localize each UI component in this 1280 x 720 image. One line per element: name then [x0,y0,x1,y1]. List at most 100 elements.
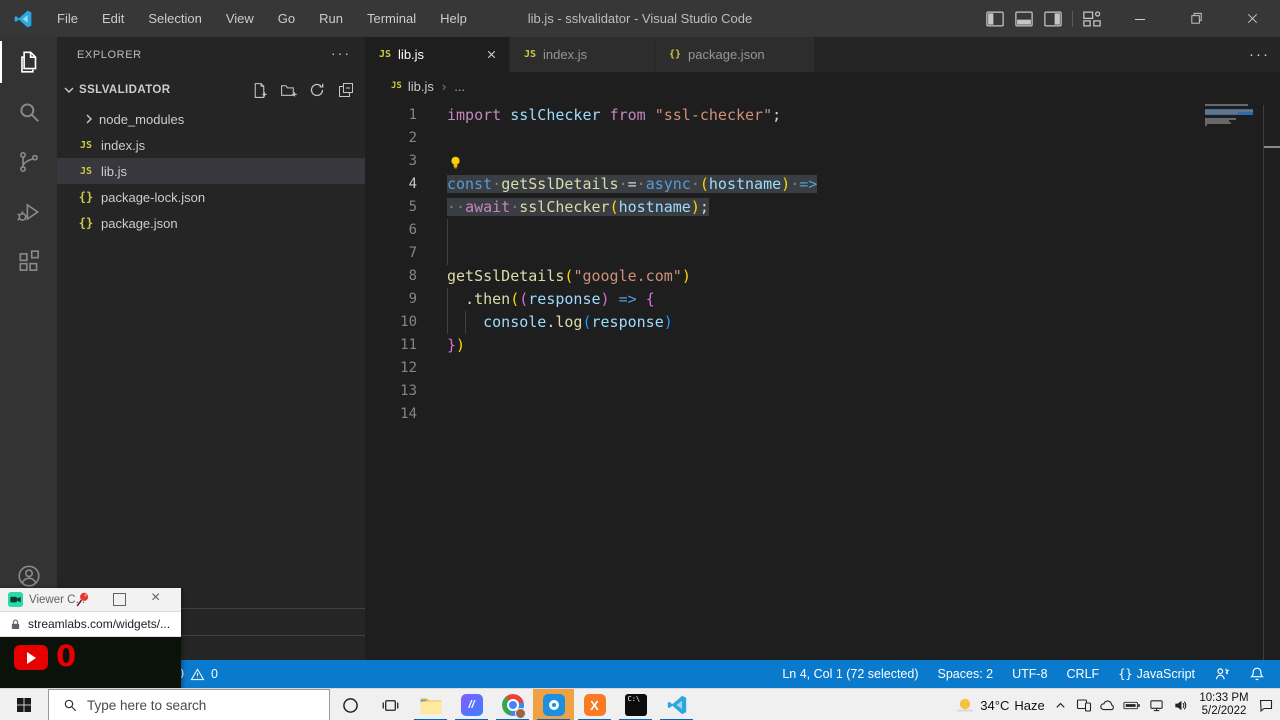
minimap[interactable] [1205,103,1260,223]
status-encoding[interactable]: UTF-8 [1007,660,1052,688]
tab-lib.js[interactable]: JSlib.js [365,37,510,72]
tray-chevron-up-icon[interactable] [1048,689,1072,720]
taskbar-terminal[interactable]: C:\ [615,689,656,720]
close-tab-icon[interactable] [483,47,499,63]
taskbar-search[interactable]: Type here to search [48,689,330,720]
file-item-node_modules[interactable]: node_modules [57,106,365,132]
overlay-url: streamlabs.com/widgets/... [28,617,170,631]
code-line-11[interactable]: 11}) [365,334,1280,357]
folder-name: SSLVALIDATOR [79,84,170,96]
new-file-icon[interactable] [250,81,268,99]
code-line-7[interactable]: 7 [365,242,1280,265]
code-line-6[interactable]: 6 [365,219,1280,242]
code-line-5[interactable]: 5··await·sslChecker(hostname); [365,196,1280,219]
code-line-2[interactable]: 2 [365,127,1280,150]
warning-icon [190,667,205,682]
status-language[interactable]: {}JavaScript [1113,660,1200,688]
menu-help[interactable]: Help [428,0,479,37]
layout-sidebar-left-icon[interactable] [985,9,1005,29]
taskbar-xampp[interactable]: X [574,689,615,720]
menu-terminal[interactable]: Terminal [355,0,428,37]
code-line-14[interactable]: 14 [365,403,1280,426]
tray-onedrive-icon[interactable] [1096,689,1120,720]
collapse-all-icon[interactable] [337,81,355,99]
taskbar-clock[interactable]: 10:33 PM 5/2/2022 [1196,689,1252,720]
explorer-more-actions[interactable]: ··· [331,45,351,61]
activity-run-debug[interactable] [0,187,57,237]
file-item-lib.js[interactable]: JSlib.js [57,158,365,184]
task-view-button[interactable] [370,689,410,720]
layout-customize-icon[interactable] [1082,9,1102,29]
status-eol[interactable]: CRLF [1062,660,1105,688]
menu-go[interactable]: Go [266,0,307,37]
line-number: 3 [365,150,417,173]
tray-volume-icon[interactable] [1168,689,1192,720]
code-area[interactable]: 1import sslChecker from "ssl-checker";23… [365,104,1280,426]
lightbulb-icon[interactable] [448,154,463,169]
breadcrumb-more[interactable]: ... [454,79,465,94]
tab-package.json[interactable]: {}package.json [655,37,815,72]
code-line-12[interactable]: 12 [365,357,1280,380]
activity-source-control[interactable] [0,137,57,187]
restore-button[interactable] [1168,0,1224,37]
taskbar-dev-app[interactable]: // [451,689,492,720]
line-number: 14 [365,403,417,426]
breadcrumb-file[interactable]: lib.js [408,79,434,94]
viewer-count-window[interactable]: Viewer C... × streamlabs.com/widgets/...… [0,588,181,690]
status-indentation[interactable]: Spaces: 2 [933,660,999,688]
file-item-package.json[interactable]: {}package.json [57,210,365,236]
menu-file[interactable]: File [45,0,90,37]
braces-file-icon: {} [75,190,97,204]
menu-view[interactable]: View [214,0,266,37]
taskbar-vscode[interactable] [656,689,697,720]
scrollbar[interactable] [1263,105,1264,660]
tab-index.js[interactable]: JSindex.js [510,37,655,72]
action-center-button[interactable] [1252,689,1280,720]
code-line-9[interactable]: 9 .then((response) => { [365,288,1280,311]
code-line-3[interactable]: 3 [365,150,1280,173]
taskbar-streamlabs[interactable] [533,689,574,720]
code-line-1[interactable]: 1import sslChecker from "ssl-checker"; [365,104,1280,127]
task-view-icon [382,697,399,714]
overlay-url-bar[interactable]: streamlabs.com/widgets/... [0,612,181,637]
activity-search[interactable] [0,87,57,137]
status-feedback[interactable] [1209,660,1235,688]
layout-panel-icon[interactable] [1014,9,1034,29]
pin-icon[interactable] [74,591,91,608]
bell-icon [1249,666,1265,682]
file-item-package-lock.json[interactable]: {}package-lock.json [57,184,365,210]
more-actions-icon[interactable]: ··· [1249,46,1270,63]
overlay-maximize-button[interactable] [113,593,126,606]
minimize-button[interactable] [1112,0,1168,37]
tray-phone-link-icon[interactable] [1072,689,1096,720]
menu-selection[interactable]: Selection [136,0,213,37]
activity-extensions[interactable] [0,237,57,287]
close-button[interactable] [1224,0,1280,37]
start-button[interactable] [0,689,48,720]
menu-edit[interactable]: Edit [90,0,136,37]
weather-haze-icon [955,695,975,715]
code-line-10[interactable]: 10 console.log(response) [365,311,1280,334]
code-line-13[interactable]: 13 [365,380,1280,403]
file-item-index.js[interactable]: JSindex.js [57,132,365,158]
tray-battery-icon[interactable] [1120,689,1144,720]
tray-network-icon[interactable] [1144,689,1168,720]
overlay-close-button[interactable]: × [151,589,160,607]
activity-explorer[interactable] [0,37,57,87]
status-notifications[interactable] [1244,660,1270,688]
taskbar-file-explorer[interactable] [410,689,451,720]
refresh-icon[interactable] [308,81,326,99]
status-cursor-position[interactable]: Ln 4, Col 1 (72 selected) [777,660,923,688]
cortana-button[interactable] [330,689,370,720]
weather-widget[interactable]: 34°C Haze [955,689,1045,720]
menu-bar: FileEditSelectionViewGoRunTerminalHelp [45,0,479,37]
code-line-4[interactable]: 4const·getSslDetails·=·async·(hostname)·… [365,173,1280,196]
new-folder-icon[interactable] [279,81,297,99]
editor-actions: ··· [1217,37,1270,72]
menu-run[interactable]: Run [307,0,355,37]
layout-sidebar-right-icon[interactable] [1043,9,1063,29]
split-editor-icon[interactable] [1217,46,1235,64]
taskbar-chrome[interactable] [492,689,533,720]
line-number: 9 [365,288,417,311]
code-line-8[interactable]: 8getSslDetails("google.com") [365,265,1280,288]
